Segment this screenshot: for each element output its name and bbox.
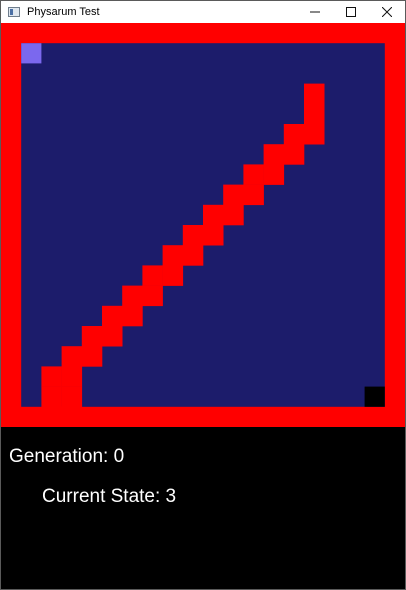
minimize-icon	[310, 11, 320, 13]
path-cell	[203, 225, 224, 246]
current-state-label: Current State: 3	[42, 486, 177, 507]
path-cell	[81, 326, 103, 347]
path-cell	[304, 103, 325, 125]
path-cell	[41, 366, 62, 387]
window-title: Physarum Test	[27, 6, 100, 18]
path-cell	[162, 265, 184, 286]
path-cell	[61, 346, 83, 367]
path-cell	[142, 265, 163, 286]
close-button[interactable]	[369, 1, 405, 23]
path-cell	[61, 386, 83, 408]
minimize-button[interactable]	[297, 1, 333, 23]
path-cell	[81, 346, 103, 367]
path-cell	[263, 144, 285, 165]
path-cell	[283, 124, 305, 145]
path-cell	[102, 326, 123, 347]
generation-counter: Generation: 0	[9, 446, 125, 467]
maximize-button[interactable]	[333, 1, 369, 23]
path-cell	[142, 285, 163, 307]
path-cell	[243, 164, 264, 185]
path-cell	[41, 386, 62, 408]
game-area: Generation: 0 Current State: 3	[1, 23, 405, 589]
close-icon	[382, 7, 392, 17]
path-cell	[243, 184, 264, 206]
path-cell	[122, 285, 143, 307]
simulation-grid[interactable]	[1, 23, 405, 427]
maximize-icon	[346, 7, 356, 17]
path-cell	[182, 245, 204, 266]
app-window: Physarum Test Generation: 0 Current Stat…	[0, 0, 406, 590]
title-bar[interactable]: Physarum Test	[1, 1, 405, 23]
window-controls	[297, 1, 405, 23]
path-cell	[61, 366, 83, 387]
path-cell	[263, 164, 285, 185]
path-cell	[304, 124, 325, 145]
path-cell	[223, 204, 244, 226]
path-cell	[102, 305, 123, 327]
path-cell	[122, 305, 143, 327]
path-cell	[162, 245, 184, 266]
path-cell	[304, 83, 325, 105]
app-icon	[8, 7, 20, 17]
path-cell	[203, 204, 224, 226]
path-cell	[182, 225, 204, 246]
path-cell	[223, 184, 244, 206]
source-cell	[21, 43, 42, 64]
path-cell	[283, 144, 305, 165]
target-cell	[364, 386, 385, 407]
